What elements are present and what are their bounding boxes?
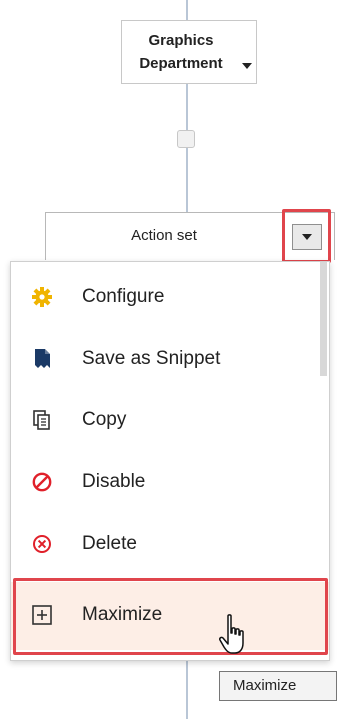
highlight-dropdown-button (282, 209, 331, 263)
connector-handle[interactable] (177, 130, 195, 148)
hand-cursor-icon (219, 614, 244, 654)
menu-item-delete[interactable]: Delete (11, 517, 329, 571)
menu-item-save-as-snippet[interactable]: Save as Snippet (11, 332, 329, 386)
connector-line-top (186, 0, 188, 20)
menu-item-label: Disable (82, 471, 146, 492)
node-title: Graphics Department (122, 29, 240, 75)
menu-item-copy[interactable]: Copy (11, 393, 329, 447)
menu-item-label: Configure (82, 286, 165, 307)
maximize-tooltip: Maximize (219, 671, 337, 701)
node-dropdown-caret[interactable] (242, 63, 252, 69)
copy-icon (33, 410, 50, 430)
menu-item-label: Delete (82, 533, 137, 554)
menu-item-label: Copy (82, 409, 127, 430)
node-title-line-2: Department (139, 55, 223, 72)
node-title-line-1: Graphics (148, 32, 214, 49)
disable-icon (32, 472, 52, 492)
menu-item-label: Save as Snippet (82, 348, 221, 369)
snippet-file-icon (35, 349, 50, 369)
menu-item-disable[interactable]: Disable (11, 455, 329, 509)
menu-item-configure[interactable]: Configure (11, 270, 329, 324)
action-set-title: Action set (131, 227, 197, 244)
graphics-department-node[interactable]: Graphics Department (121, 20, 257, 84)
connector-line-bottom (186, 661, 188, 719)
connector-line-middle (186, 84, 188, 212)
menu-scrollbar[interactable] (320, 262, 327, 376)
gear-icon (32, 287, 52, 307)
delete-icon (33, 535, 51, 553)
highlight-maximize-item (13, 578, 328, 655)
